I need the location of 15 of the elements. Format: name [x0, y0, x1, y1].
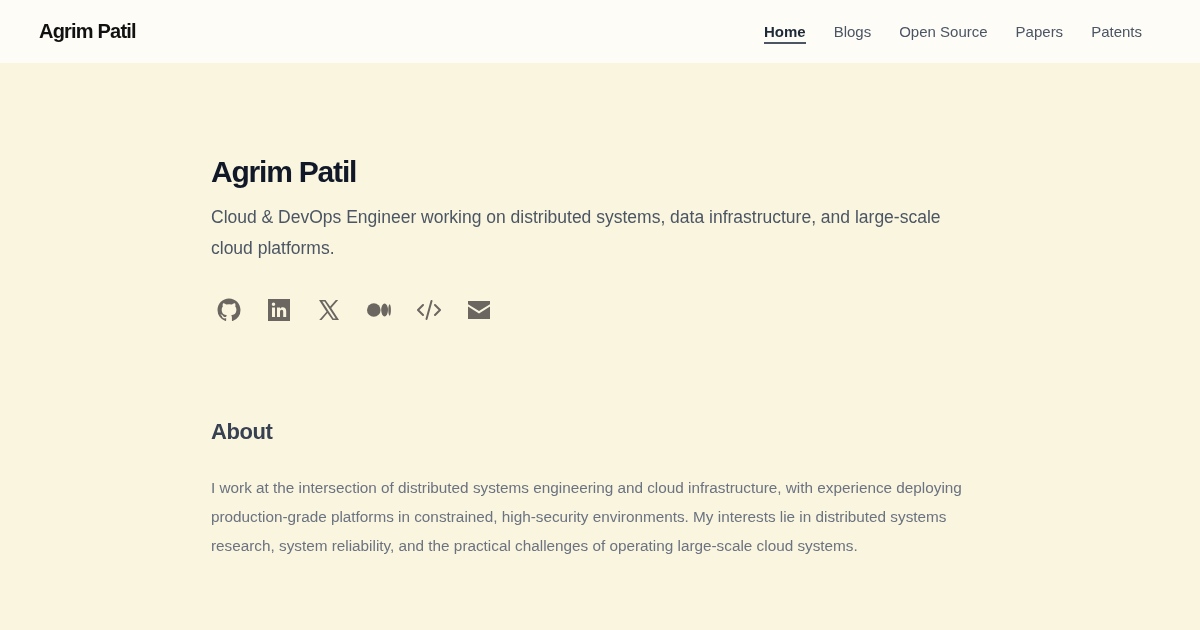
about-text: I work at the intersection of distributed systems engineering and cloud infrastructure, with experience deploying production-grade platforms in constrained, high-security environments. My interests lie in distributed systems research, system reliability, and the practical challenges of operating large-scale cloud systems.: [211, 478, 963, 556]
nav-link[interactable]: Open Source: [899, 19, 988, 44]
x-icon[interactable]: [317, 298, 341, 322]
linkedin-icon[interactable]: [267, 298, 291, 322]
nav-link[interactable]: Home: [764, 19, 806, 44]
nav-link[interactable]: Papers: [1015, 19, 1064, 44]
email-icon[interactable]: [467, 298, 491, 322]
code-icon[interactable]: [417, 298, 441, 322]
hero-tagline: Cloud & DevOps Engineer working on distributed systems, data infrastructure, and large-scale cloud platforms.: [211, 206, 942, 260]
nav-link[interactable]: Blogs: [833, 19, 872, 44]
nav-link[interactable]: Patents: [1091, 19, 1142, 44]
github-icon[interactable]: [217, 298, 241, 322]
site-brand[interactable]: Agrim Patil: [39, 20, 136, 43]
about-heading: About: [211, 418, 273, 446]
hero-name: Agrim Patil: [211, 154, 357, 190]
